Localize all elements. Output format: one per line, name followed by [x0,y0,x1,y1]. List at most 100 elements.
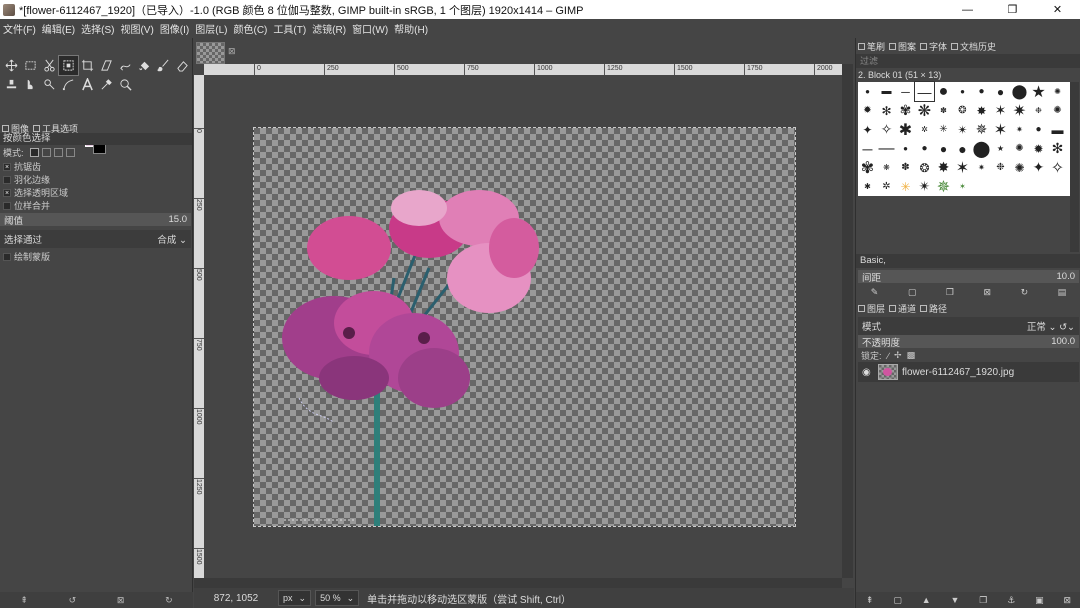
lock-pixels-icon[interactable]: ∕ [888,351,890,361]
open-as-image-icon[interactable]: ▤ [1058,287,1067,298]
brush-scrollbar[interactable] [1070,82,1079,252]
layer-row[interactable]: ◉ flower-6112467_1920.jpg [858,362,1079,382]
brush-item[interactable]: ✵ [972,120,991,139]
bucket-fill-icon[interactable] [135,56,154,75]
mode-add-icon[interactable] [41,148,51,157]
crop-icon[interactable] [78,56,97,75]
brush-item[interactable]: ▬ [877,82,896,101]
brush-item[interactable]: ● [991,82,1010,101]
layer-mode-dropdown[interactable]: 模式 正常 ⌄ ↺⌄ [858,317,1079,335]
refresh-brushes-icon[interactable]: ↻ [1021,287,1029,298]
brush-item[interactable]: ❋ [877,158,896,177]
image-tab-thumbnail[interactable] [196,42,225,64]
brush-item[interactable]: ❉ [1029,101,1048,120]
layer-name[interactable]: flower-6112467_1920.jpg [902,367,1014,378]
checkbox-transparent[interactable]: × [3,188,11,197]
brush-item[interactable]: ─ [858,139,877,158]
brush-item[interactable]: ✾ [896,101,915,120]
brush-item[interactable]: ★ [1029,82,1048,101]
menu-windows[interactable]: 窗口(W) [352,21,388,36]
canvas-area[interactable] [204,75,841,578]
brush-item[interactable]: ❂ [953,101,972,120]
brush-item[interactable]: ⬤ [972,139,991,158]
checkbox-feather[interactable] [3,175,11,184]
zoom-selector[interactable]: 50 % ⌄ [315,590,360,606]
brush-item[interactable]: ✺ [1010,139,1029,158]
mode-buttons[interactable] [29,148,75,157]
brush-item[interactable]: ✧ [1048,158,1067,177]
brush-item[interactable]: ● [896,139,915,158]
text-tool-icon[interactable] [78,75,97,94]
brush-item[interactable]: ✻ [877,101,896,120]
brush-item[interactable]: ✸ [972,101,991,120]
brush-item[interactable]: ✷ [1010,101,1029,120]
menu-help[interactable]: 帮助(H) [394,21,428,36]
brush-grid[interactable]: ● ▬ ─ — ● ● ● ● ⬤ ★ ✺ ✹ ✻ ✾ ❋ ✽ ❂ ✸ ✶ ✷ ❉ ✺ ✦ ✧ ✱ ✲ ✳ ✴ ✵ ✶ ✷ ● ▬ ─ — ● ● ● ● ⬤… [858,81,1070,196]
new-layer-group-icon[interactable]: ⇞ [866,595,874,606]
brush-item[interactable]: ✱ [896,120,915,139]
unified-transform-icon[interactable] [97,56,116,75]
menu-view[interactable]: 视图(V) [120,21,153,36]
minimize-button[interactable]: — [945,0,990,19]
scissors-icon[interactable] [40,56,59,75]
brush-item[interactable]: ● [934,82,953,101]
mode-intersect-icon[interactable] [65,148,75,157]
brush-item[interactable]: ★ [991,139,1010,158]
lock-alpha-icon[interactable]: ▩ [907,350,916,361]
brush-item[interactable]: ● [953,139,972,158]
brush-item[interactable]: ● [1029,120,1048,139]
lock-position-icon[interactable]: ✢ [894,350,902,361]
brush-item[interactable]: ✳ [934,120,953,139]
zoom-icon[interactable] [116,75,135,94]
paths-icon[interactable] [59,75,78,94]
menu-layer[interactable]: 图层(L) [195,21,227,36]
brush-item[interactable]: ✵ [934,177,953,196]
unit-selector[interactable]: px ⌄ [278,590,312,606]
warp-transform-icon[interactable] [116,56,135,75]
dodge-burn-icon[interactable] [40,75,59,94]
brush-item[interactable]: ✲ [915,120,934,139]
anchor-layer-icon[interactable]: ⚓ [1007,595,1015,606]
brush-item[interactable]: ⬤ [1010,82,1029,101]
brush-item[interactable]: ✧ [877,120,896,139]
brush-item[interactable]: ✹ [1029,139,1048,158]
eraser-icon[interactable] [173,56,192,75]
clone-stamp-icon[interactable] [2,75,21,94]
close-tab-icon[interactable]: ⊠ [228,46,236,57]
brush-item[interactable]: ● [858,82,877,101]
brush-item[interactable]: ✳ [896,177,915,196]
brush-item[interactable]: ❋ [915,101,934,120]
rect-select-icon[interactable] [21,56,40,75]
lower-layer-icon[interactable]: ▼ [950,595,959,605]
brush-item[interactable]: ✴ [915,177,934,196]
option-feather[interactable]: 羽化边缘 [0,173,192,186]
tab-paths[interactable]: 路径 [920,302,947,315]
brush-item[interactable]: ✺ [1048,101,1067,120]
delete-brush-icon[interactable]: ⊠ [984,287,992,298]
duplicate-brush-icon[interactable]: ❐ [946,287,954,298]
duplicate-layer-icon[interactable]: ❐ [979,595,987,606]
reset-options-icon[interactable]: ↻ [165,595,173,606]
brush-item[interactable]: ✾ [858,158,877,177]
brush-item[interactable]: ✶ [991,101,1010,120]
brush-preset[interactable]: Basic, [856,254,1080,268]
mode-replace-icon[interactable] [29,148,39,157]
brush-item[interactable]: ✷ [1010,120,1029,139]
brush-item[interactable]: ● [972,82,991,101]
brush-item[interactable]: — [914,81,935,102]
raise-layer-icon[interactable]: ▲ [922,595,931,605]
brush-item[interactable]: ● [934,139,953,158]
option-sample-merged[interactable]: 位样合并 [0,199,192,212]
brush-item[interactable]: ✲ [877,177,896,196]
brush-item[interactable]: ─ [896,82,915,101]
brush-item[interactable]: ● [953,82,972,101]
move-tool-icon[interactable] [2,56,21,75]
brush-item[interactable]: ✶ [991,120,1010,139]
brush-item[interactable]: ✺ [1048,82,1067,101]
brush-item[interactable]: ❂ [915,158,934,177]
brush-item[interactable]: ✱ [858,177,877,196]
select-by-color-icon[interactable] [58,55,79,76]
checkbox-draw-mask[interactable] [3,252,11,261]
tab-fonts[interactable]: 字体 [920,40,947,53]
opacity-slider[interactable]: 不透明度 100.0 [858,335,1079,349]
